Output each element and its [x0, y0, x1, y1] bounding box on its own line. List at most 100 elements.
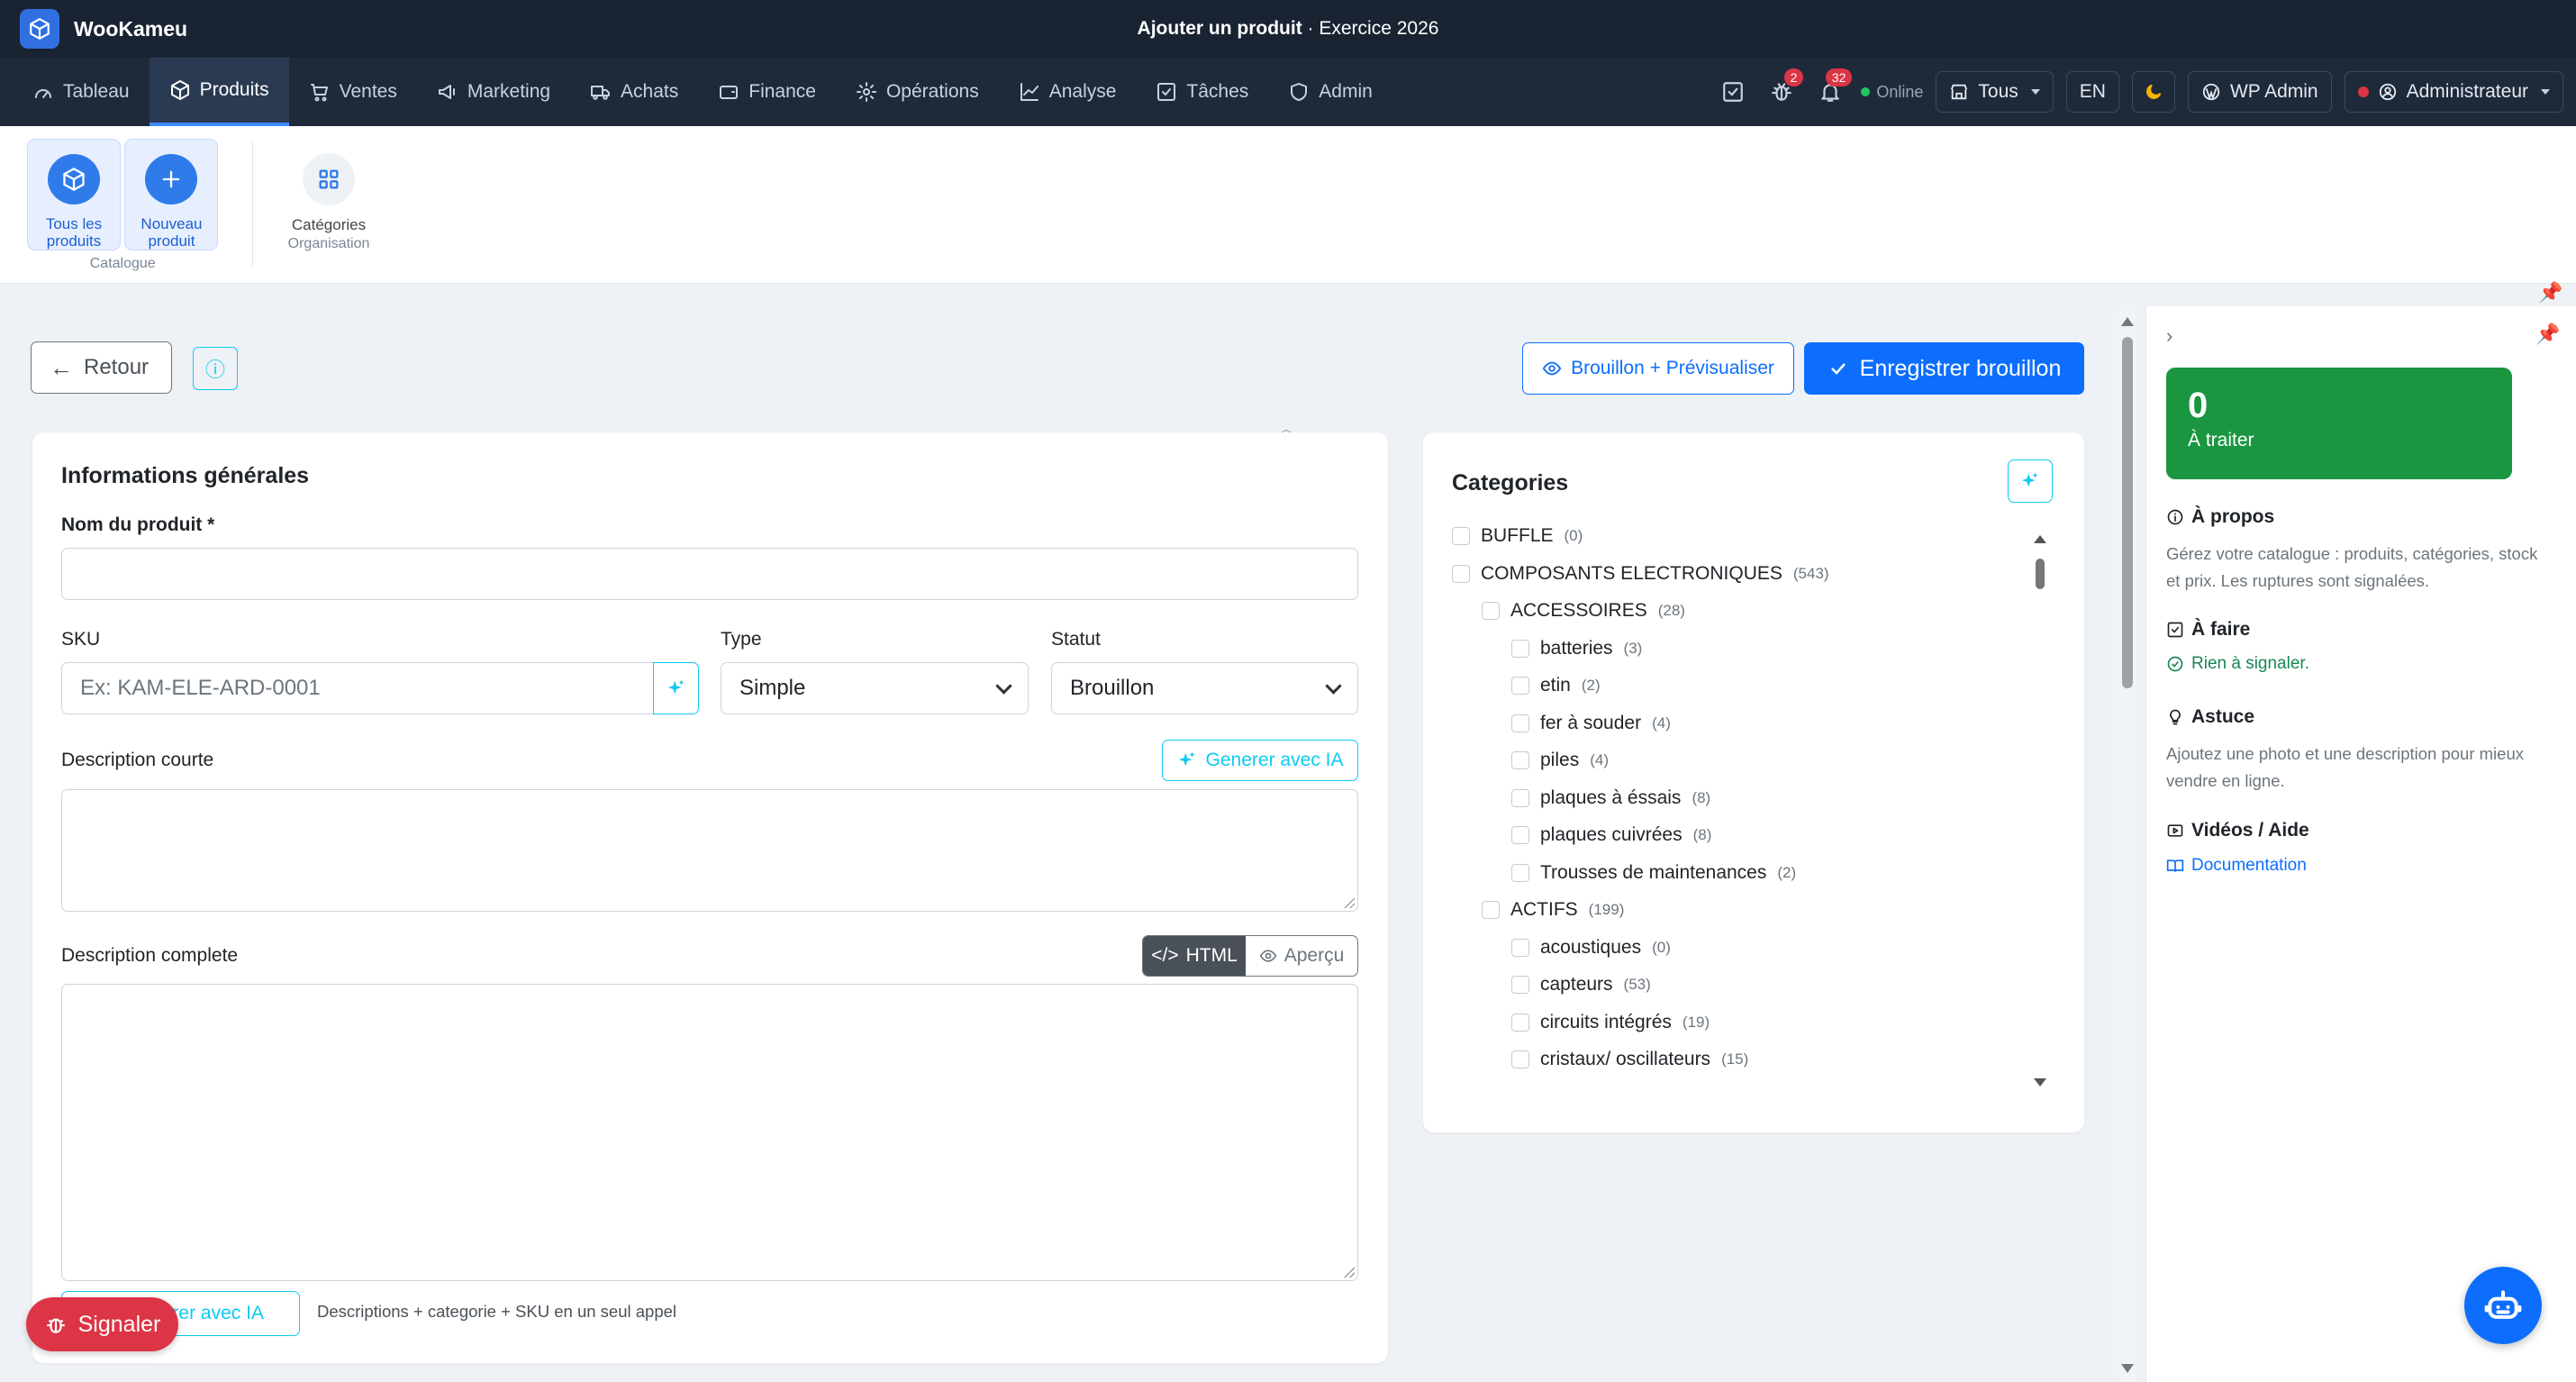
plus-icon — [145, 154, 198, 205]
category-checkbox[interactable] — [1511, 976, 1529, 994]
full-description-textarea[interactable] — [61, 984, 1358, 1281]
megaphone-icon — [438, 85, 455, 99]
editor-mode-toggle: </> HTML Aperçu — [1142, 935, 1358, 977]
check-square-icon — [1723, 82, 1744, 102]
notifications-button[interactable]: 32 — [1812, 68, 1853, 110]
categories-button[interactable]: Catégories — [270, 139, 387, 250]
category-item[interactable]: batteries (3) — [1511, 638, 1642, 659]
theme-toggle[interactable] — [2131, 71, 2175, 113]
scroll-down-icon[interactable] — [2121, 1364, 2134, 1373]
assistant-bot-button[interactable] — [2464, 1267, 2542, 1344]
pin-ribbon-icon[interactable]: 📌 — [2538, 281, 2562, 305]
category-item[interactable]: plaques cuivrées (8) — [1511, 824, 1711, 846]
nav-item-marketing[interactable]: Marketing — [417, 58, 570, 126]
pin-sidebar-icon[interactable]: 📌 — [2535, 323, 2560, 346]
category-checkbox[interactable] — [1511, 1013, 1529, 1032]
nav-item-ventes[interactable]: Ventes — [289, 58, 417, 126]
nav-item-finance[interactable]: Finance — [698, 58, 836, 126]
videos-heading: Vidéos / Aide — [2166, 820, 2309, 841]
type-select[interactable]: Simple — [721, 662, 1029, 714]
category-checkbox[interactable] — [1482, 901, 1500, 919]
tasks-check-button[interactable] — [1715, 74, 1751, 110]
back-button[interactable]: ← Retour — [31, 341, 172, 394]
documentation-link[interactable]: Documentation — [2166, 856, 2307, 876]
category-checkbox[interactable] — [1511, 714, 1529, 732]
resize-handle-icon[interactable] — [1344, 1267, 1355, 1277]
report-bug-button[interactable]: Signaler — [26, 1297, 178, 1351]
sku-input[interactable]: Ex: KAM-ELE-ARD-0001 — [61, 662, 654, 714]
pending-stat-card[interactable]: 0 À traiter — [2166, 368, 2512, 479]
chevron-down-icon — [2030, 89, 2040, 95]
preview-tab[interactable]: Aperçu — [1246, 936, 1357, 976]
category-item[interactable]: COMPOSANTS ELECTRONIQUES (543) — [1452, 563, 1829, 585]
bug-report-button[interactable]: 2 — [1764, 68, 1804, 110]
scroll-thumb[interactable] — [2122, 337, 2133, 688]
category-checkbox[interactable] — [1511, 938, 1529, 957]
categories-scrollbar[interactable] — [2032, 532, 2048, 1090]
categories-ai-button[interactable] — [2008, 459, 2053, 503]
full-description-label: Description complete — [61, 945, 239, 966]
nav-item-operations[interactable]: Opérations — [836, 58, 999, 126]
status-select[interactable]: Brouillon — [1051, 662, 1358, 714]
preview-draft-button[interactable]: Brouillon + Prévisualiser — [1522, 342, 1794, 395]
category-label: acoustiques — [1540, 936, 1642, 958]
category-item[interactable]: etin (2) — [1511, 675, 1601, 696]
category-item[interactable]: cristaux/ oscillateurs (15) — [1511, 1049, 1748, 1070]
category-checkbox[interactable] — [1511, 639, 1529, 658]
category-checkbox[interactable] — [1452, 564, 1470, 583]
chevron-right-icon[interactable]: › — [2166, 324, 2172, 348]
store-selector[interactable]: Tous — [1936, 71, 2054, 113]
category-checkbox[interactable] — [1511, 1050, 1529, 1068]
category-count: (4) — [1652, 714, 1671, 732]
category-checkbox[interactable] — [1511, 677, 1529, 695]
category-item[interactable]: plaques à éssais (8) — [1511, 787, 1710, 809]
nav-item-achats[interactable]: Achats — [570, 58, 698, 126]
nav-item-admin[interactable]: Admin — [1268, 58, 1392, 126]
save-draft-button[interactable]: Enregistrer brouillon — [1804, 342, 2084, 395]
resize-handle-icon[interactable] — [1344, 897, 1355, 908]
user-menu[interactable]: Administrateur — [2344, 71, 2563, 113]
category-item[interactable]: ACTIFS (199) — [1482, 899, 1624, 921]
bug-count-badge: 2 — [1783, 68, 1804, 86]
category-label: etin — [1540, 675, 1571, 696]
info-button[interactable]: ⓘ — [193, 347, 238, 390]
category-checkbox[interactable] — [1482, 602, 1500, 620]
category-item[interactable]: capteurs (53) — [1511, 974, 1651, 996]
category-checkbox[interactable] — [1452, 527, 1470, 545]
nav-item-tableau[interactable]: Tableau — [13, 58, 150, 126]
category-checkbox[interactable] — [1511, 788, 1529, 807]
lightbulb-icon — [2170, 709, 2181, 725]
html-tab[interactable]: </> HTML — [1143, 936, 1246, 976]
sku-ai-button[interactable] — [653, 662, 699, 714]
nav-item-produits[interactable]: Produits — [149, 58, 289, 126]
categories-card: Categories BUFFLE (0) COMPOSANTS ELECTRONI… — [1423, 432, 2084, 1132]
todo-heading: À faire — [2166, 619, 2250, 641]
category-item[interactable]: circuits intégrés (19) — [1511, 1012, 1710, 1033]
page-scrollbar[interactable] — [2118, 306, 2137, 1382]
nav-item-taches[interactable]: Tâches — [1136, 58, 1268, 126]
status-label: Statut — [1051, 629, 1101, 650]
category-item[interactable]: piles (4) — [1511, 750, 1609, 771]
category-checkbox[interactable] — [1511, 863, 1529, 882]
product-name-input[interactable] — [61, 548, 1358, 600]
category-label: ACTIFS — [1510, 899, 1578, 920]
category-item[interactable]: Trousses de maintenances (2) — [1511, 862, 1796, 884]
short-description-textarea[interactable] — [61, 789, 1358, 912]
scroll-up-icon[interactable] — [2121, 317, 2134, 326]
new-product-button[interactable]: Nouveau produit — [124, 139, 219, 250]
category-checkbox[interactable] — [1511, 751, 1529, 769]
user-status-dot-icon — [2357, 86, 2369, 97]
nav-item-analyse[interactable]: Analyse — [999, 58, 1137, 126]
category-item[interactable]: fer à souder (4) — [1511, 713, 1671, 734]
notification-count-badge: 32 — [1825, 68, 1853, 86]
category-count: (4) — [1590, 751, 1609, 768]
wp-admin-link[interactable]: WP Admin — [2187, 71, 2332, 113]
category-checkbox[interactable] — [1511, 826, 1529, 844]
category-item[interactable]: BUFFLE (0) — [1452, 525, 1583, 547]
language-toggle[interactable]: EN — [2065, 71, 2119, 113]
category-item[interactable]: acoustiques (0) — [1511, 937, 1671, 959]
user-icon — [2379, 83, 2396, 101]
category-item[interactable]: ACCESSOIRES (28) — [1482, 600, 1685, 622]
all-products-button[interactable]: Tous les produits — [27, 139, 121, 250]
generate-ai-short-button[interactable]: Generer avec IA — [1162, 740, 1358, 781]
